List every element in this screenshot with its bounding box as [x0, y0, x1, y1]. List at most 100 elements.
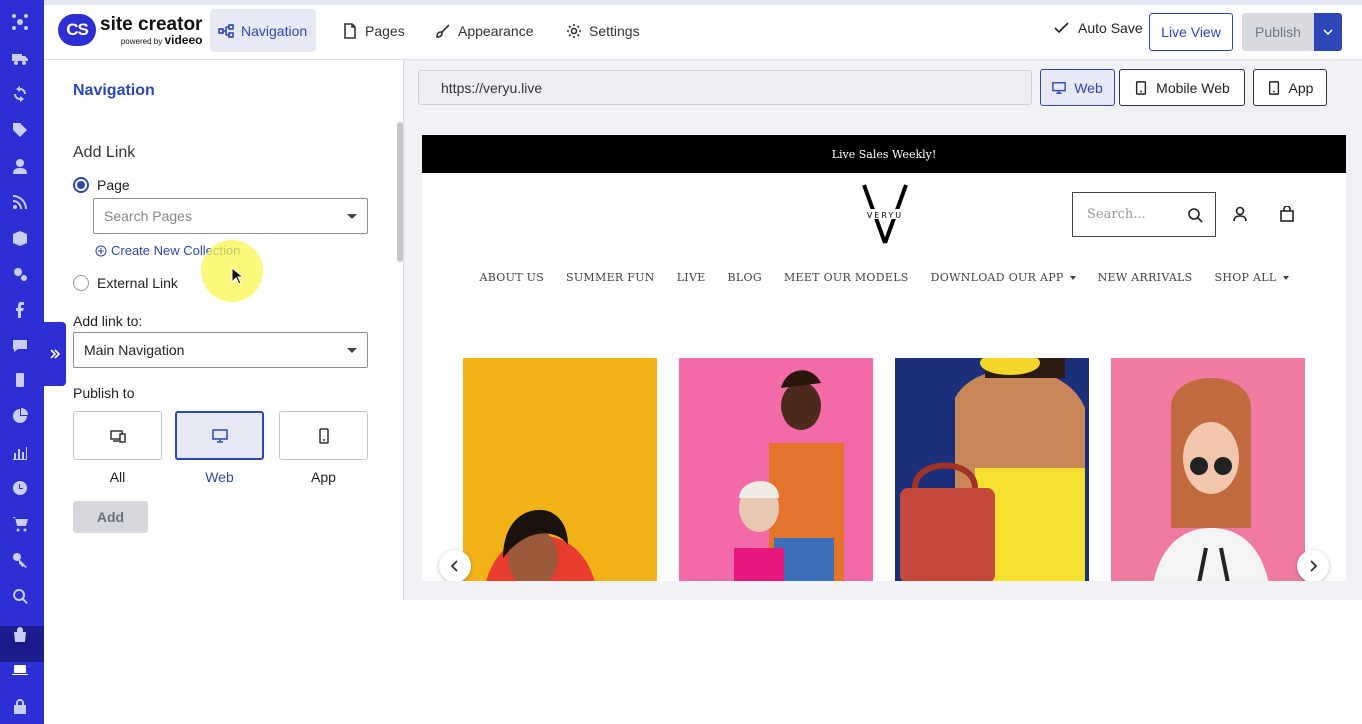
add-link-to-value: Main Navigation	[84, 342, 185, 358]
rail-item-bar-chart[interactable]	[10, 442, 30, 462]
rail-item-facebook[interactable]	[10, 300, 30, 320]
mobile-icon	[16, 373, 24, 387]
publish-web-button[interactable]	[175, 411, 264, 460]
caret-down-icon	[347, 213, 357, 219]
auto-save-toggle[interactable]: Auto Save	[1054, 20, 1143, 36]
product-image[interactable]	[895, 358, 1089, 581]
gear-icon	[567, 23, 581, 38]
site-menu-item[interactable]: ABOUT US	[479, 271, 544, 284]
mobile-icon	[1268, 80, 1279, 95]
publish-button[interactable]: Publish	[1242, 13, 1314, 51]
rail-item-tag[interactable]	[10, 120, 30, 140]
cart-icon	[12, 517, 28, 532]
site-search-box[interactable]: Search...	[1072, 192, 1216, 237]
site-menu-item[interactable]: BLOG	[728, 271, 762, 284]
double-chevron-right-icon	[50, 349, 61, 359]
paint-brush-icon	[436, 23, 450, 38]
live-view-button[interactable]: Live View	[1149, 13, 1233, 51]
rail-item-cogs[interactable]	[10, 264, 30, 284]
site-menu-item[interactable]: NEW ARRIVALS	[1098, 271, 1193, 284]
chevron-down-icon	[1323, 29, 1333, 35]
top-bar: CS site creator powered by videeo Naviga…	[44, 0, 1362, 60]
rail-item-mobile[interactable]	[10, 370, 30, 390]
rail-item-laptop[interactable]	[10, 660, 30, 680]
preview-url-field[interactable]: https://veryu.live	[418, 70, 1032, 105]
user-icon	[1233, 206, 1247, 222]
rail-item-chat[interactable]	[10, 336, 30, 356]
carousel-prev-button[interactable]	[439, 550, 471, 581]
publish-all-button[interactable]	[73, 411, 162, 460]
rail-item-pie-chart[interactable]	[10, 406, 30, 426]
site-menu-item[interactable]: MEET OUR MODELS	[784, 271, 909, 284]
site-menu-item-label: MEET OUR MODELS	[783, 271, 909, 284]
site-search-placeholder: Search...	[1087, 207, 1146, 222]
publish-to-label: Publish to	[73, 385, 135, 401]
rail-item-cart[interactable]	[10, 514, 30, 534]
site-menu-item-label: BLOG	[727, 271, 762, 284]
site-menu-item-label: ABOUT US	[479, 271, 545, 284]
search-pages-placeholder: Search Pages	[104, 208, 192, 224]
radio-page-indicator[interactable]	[73, 177, 89, 193]
svg-text:VERYU: VERYU	[867, 211, 903, 220]
carousel-next-button[interactable]	[1297, 550, 1329, 581]
rail-item-key[interactable]	[10, 550, 30, 570]
site-menu-item[interactable]: SHOP ALL	[1215, 271, 1289, 284]
mobile-icon	[318, 427, 329, 444]
cart-button[interactable]	[1279, 205, 1295, 227]
logo-badge: CS	[58, 14, 96, 46]
tab-appearance[interactable]: Appearance	[427, 9, 542, 52]
search-pages-select[interactable]: Search Pages	[93, 198, 368, 234]
tab-settings-label: Settings	[589, 22, 640, 39]
rail-item-shopping-bag[interactable]	[10, 624, 30, 644]
publish-app-button[interactable]	[279, 411, 368, 460]
chevron-right-icon	[1310, 560, 1318, 572]
add-link-to-select[interactable]: Main Navigation	[73, 332, 368, 368]
collapse-panel-button[interactable]	[44, 322, 66, 386]
rail-item-search[interactable]	[10, 586, 30, 606]
add-link-button[interactable]: Add	[73, 501, 148, 533]
logo-powered: powered by	[120, 36, 163, 46]
page-icon	[344, 22, 356, 39]
rail-item-hub[interactable]	[10, 12, 30, 32]
tab-pages[interactable]: Pages	[334, 9, 413, 52]
add-link-to-label: Add link to:	[73, 313, 143, 329]
plus-circle-icon	[95, 245, 107, 256]
product-image[interactable]	[679, 358, 873, 581]
rss-icon	[13, 195, 27, 209]
radio-page-label: Page	[97, 177, 130, 193]
rail-item-truck[interactable]	[10, 48, 30, 68]
rail-item-sync[interactable]	[10, 84, 30, 104]
device-mobile-web-button[interactable]: Mobile Web	[1119, 69, 1245, 106]
tab-pages-label: Pages	[365, 22, 405, 39]
device-mobile-web-label: Mobile Web	[1156, 79, 1230, 96]
radio-page[interactable]: Page	[73, 177, 130, 193]
rail-item-rss[interactable]	[10, 192, 30, 212]
tab-navigation[interactable]: Navigation	[210, 9, 316, 52]
device-app-button[interactable]: App	[1253, 69, 1327, 106]
site-menu-item[interactable]: LIVE	[677, 271, 706, 284]
hub-icon	[12, 14, 28, 30]
site-preview: Live Sales Weekly! VERYU Search... ABOUT…	[422, 135, 1346, 581]
rail-item-lock[interactable]	[10, 696, 30, 716]
publish-web-label: Web	[205, 469, 234, 485]
caret-down-icon	[347, 347, 357, 353]
rail-item-box[interactable]	[10, 228, 30, 248]
shopping-bag-icon	[1280, 205, 1294, 222]
site-menu-item[interactable]: DOWNLOAD OUR APP	[931, 271, 1076, 284]
radio-external-link[interactable]: External Link	[73, 275, 178, 291]
rail-item-clock[interactable]	[10, 478, 30, 498]
device-web-button[interactable]: Web	[1040, 69, 1115, 106]
rail-item-user[interactable]	[10, 156, 30, 176]
panel-scrollbar[interactable]	[397, 122, 403, 262]
product-image[interactable]	[463, 358, 657, 581]
search-icon	[1188, 207, 1203, 223]
publish-options-button[interactable]	[1314, 13, 1342, 51]
navigation-panel: Navigation Add Link Page Search Pages Cr…	[44, 60, 404, 600]
site-main-menu: ABOUT US SUMMER FUN LIVE BLOG MEET OUR MODEL…	[422, 271, 1346, 284]
account-button[interactable]	[1232, 206, 1248, 227]
site-menu-item-label: LIVE	[676, 271, 706, 284]
tab-settings[interactable]: Settings	[558, 9, 648, 52]
site-menu-item[interactable]: SUMMER FUN	[566, 271, 655, 284]
radio-external-indicator[interactable]	[73, 275, 89, 291]
product-image[interactable]	[1111, 358, 1305, 581]
